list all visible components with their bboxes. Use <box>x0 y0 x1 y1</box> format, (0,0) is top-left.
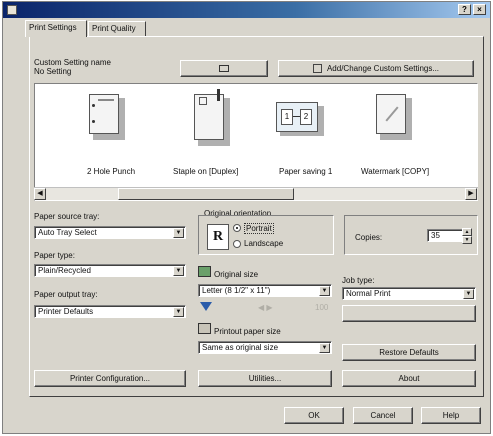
custom-setting-icon <box>219 65 229 72</box>
printer-app-icon <box>7 5 17 15</box>
tab-print-settings[interactable]: Print Settings <box>25 20 87 37</box>
scale-disabled-value: 100 <box>315 303 329 312</box>
printout-paper-size-select[interactable]: Same as original size ▼ <box>198 341 332 354</box>
scale-disabled-arrow-icon: ◀ ▶ <box>258 303 273 312</box>
copies-label: Copies: <box>355 233 383 242</box>
dropdown-arrow-icon[interactable]: ▼ <box>319 286 330 296</box>
scroll-right-button[interactable]: ▶ <box>465 188 477 200</box>
help-button[interactable]: Help <box>421 407 481 424</box>
preview-caption-watermark: Watermark [COPY] <box>361 167 430 176</box>
copies-input[interactable]: 35 <box>427 229 467 242</box>
paper-source-tray-label: Paper source tray: <box>34 212 100 221</box>
close-title-button[interactable]: × <box>473 4 486 15</box>
title-bar: ? × <box>3 2 490 18</box>
paper-source-tray-select[interactable]: Auto Tray Select ▼ <box>34 226 186 239</box>
job-type-value: Normal Print <box>346 289 391 298</box>
spin-up-icon[interactable]: ▲ <box>462 228 472 236</box>
restore-defaults-button[interactable]: Restore Defaults <box>342 344 476 361</box>
settings-preview-pane: 2 Hole Punch Staple on [Duplex] 1 2 Pape… <box>34 83 478 201</box>
dropdown-arrow-icon[interactable]: ▼ <box>319 343 330 353</box>
original-size-label: Original size <box>214 270 259 279</box>
ok-button[interactable]: OK <box>284 407 344 424</box>
preview-caption-paper-saving: Paper saving 1 <box>279 167 333 176</box>
portrait-radio[interactable] <box>233 224 241 232</box>
dropdown-arrow-icon[interactable]: ▼ <box>173 228 184 238</box>
dropdown-arrow-icon[interactable]: ▼ <box>173 307 184 317</box>
copies-spinner[interactable]: ▲ ▼ <box>462 228 472 244</box>
paper-source-tray-value: Auto Tray Select <box>38 228 97 237</box>
printout-paper-size-label: Printout paper size <box>214 327 281 336</box>
scroll-thumb[interactable] <box>118 188 294 200</box>
dropdown-arrow-icon[interactable]: ▼ <box>463 289 474 299</box>
paper-type-select[interactable]: Plain/Recycled ▼ <box>34 264 186 277</box>
cancel-button[interactable]: Cancel <box>353 407 413 424</box>
down-arrow-icon <box>200 302 212 311</box>
job-details-button[interactable] <box>342 305 476 322</box>
tab-print-quality[interactable]: Print Quality <box>88 21 146 36</box>
hole-punch-icon <box>89 94 119 134</box>
printout-paper-size-icon <box>198 323 211 334</box>
paper-output-tray-label: Paper output tray: <box>34 290 98 299</box>
orientation-preview-icon: R <box>207 224 229 250</box>
original-size-icon <box>198 266 211 277</box>
printout-paper-size-value: Same as original size <box>202 343 279 352</box>
utilities-button[interactable]: Utilities... <box>198 370 332 387</box>
original-size-value: Letter (8 1/2" x 11") <box>202 286 271 295</box>
add-change-custom-settings-button[interactable]: Add/Change Custom Settings... <box>278 60 474 77</box>
custom-settings-edit-icon <box>312 64 322 73</box>
paper-saving-icon: 1 2 <box>276 102 318 132</box>
spin-down-icon[interactable]: ▼ <box>462 236 472 244</box>
printer-configuration-button[interactable]: Printer Configuration... <box>34 370 186 387</box>
scroll-left-button[interactable]: ◀ <box>34 188 46 200</box>
preview-caption-hole-punch: 2 Hole Punch <box>87 167 136 176</box>
landscape-radio[interactable] <box>233 240 241 248</box>
preview-horizontal-scrollbar[interactable]: ◀ ▶ <box>34 187 478 200</box>
add-change-custom-settings-label: Add/Change Custom Settings... <box>326 64 440 73</box>
custom-settings-icon-button[interactable] <box>180 60 268 77</box>
staple-icon <box>194 89 224 140</box>
job-type-label: Job type: <box>342 276 375 285</box>
copies-value: 35 <box>431 231 440 240</box>
job-type-select[interactable]: Normal Print ▼ <box>342 287 476 300</box>
dropdown-arrow-icon[interactable]: ▼ <box>173 266 184 276</box>
paper-output-tray-select[interactable]: Printer Defaults ▼ <box>34 305 186 318</box>
custom-setting-name-label: Custom Setting name <box>34 58 111 67</box>
custom-setting-value: No Setting <box>34 67 72 76</box>
paper-type-label: Paper type: <box>34 251 75 260</box>
original-size-select[interactable]: Letter (8 1/2" x 11") ▼ <box>198 284 332 297</box>
paper-type-value: Plain/Recycled <box>38 266 91 275</box>
portrait-label[interactable]: Portrait <box>244 223 274 234</box>
watermark-icon <box>376 94 406 134</box>
help-title-button[interactable]: ? <box>458 4 471 15</box>
preview-caption-staple: Staple on [Duplex] <box>173 167 239 176</box>
landscape-label[interactable]: Landscape <box>244 239 283 248</box>
about-button[interactable]: About <box>342 370 476 387</box>
paper-output-tray-value: Printer Defaults <box>38 307 94 316</box>
